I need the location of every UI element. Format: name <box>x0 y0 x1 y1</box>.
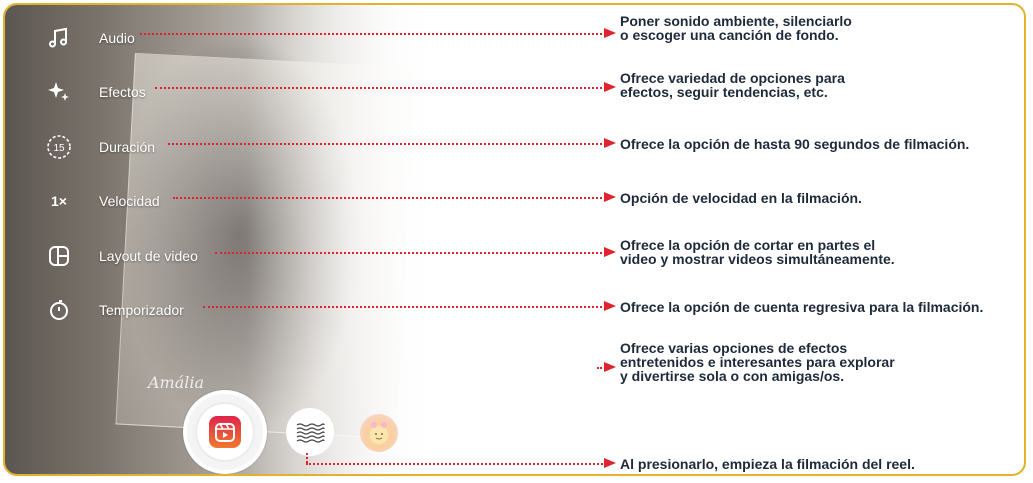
face-effect-button[interactable] <box>360 414 398 452</box>
arrow-timer <box>604 301 616 311</box>
layout-description: Ofrece la opción de cortar en partes el … <box>620 237 895 267</box>
arrow-audio <box>604 28 616 38</box>
reels-icon <box>209 416 241 448</box>
arrow-layout <box>604 247 616 257</box>
effects-bar-description: Ofrece varias opciones de efectos entret… <box>620 340 895 384</box>
timer-description: Ofrece la opción de cuenta regresiva par… <box>620 299 984 315</box>
audio-label: Audio <box>99 30 135 46</box>
arrow-effects <box>604 82 616 92</box>
arrow-capture <box>604 458 616 468</box>
capture-button[interactable] <box>183 390 267 474</box>
speed-label: Velocidad <box>99 193 160 209</box>
layout-icon <box>45 242 73 270</box>
layout-label: Layout de video <box>99 248 198 264</box>
effects-description: Ofrece variedad de opciones para efectos… <box>620 70 845 100</box>
speed-1x-icon: 1× <box>51 193 67 209</box>
sparkles-icon <box>45 78 73 106</box>
capture-description: Al presionarlo, empieza la filmación del… <box>620 456 915 472</box>
countdown-timer-icon <box>45 296 73 324</box>
smiley-face-icon <box>370 422 388 444</box>
duration-description: Ofrece la opción de hasta 90 segundos de… <box>620 136 970 152</box>
photo-signature: Amália <box>148 373 205 392</box>
arrow-effects-bar <box>604 362 616 372</box>
speed-description: Opción de velocidad en la filmación. <box>620 190 862 206</box>
audio-description: Poner sonido ambiente, silenciarlo o esc… <box>620 13 852 43</box>
duration-label: Duración <box>99 139 156 155</box>
waves-icon <box>296 423 325 443</box>
arrow-speed <box>604 192 616 202</box>
effects-label: Efectos <box>99 84 146 100</box>
arrow-duration <box>604 138 616 148</box>
waves-effect-button[interactable] <box>286 408 334 456</box>
svg-text:15: 15 <box>53 143 65 154</box>
timer-15-icon: 15 <box>45 133 73 161</box>
music-note-icon <box>45 24 73 52</box>
timer-label: Temporizador <box>99 302 184 318</box>
